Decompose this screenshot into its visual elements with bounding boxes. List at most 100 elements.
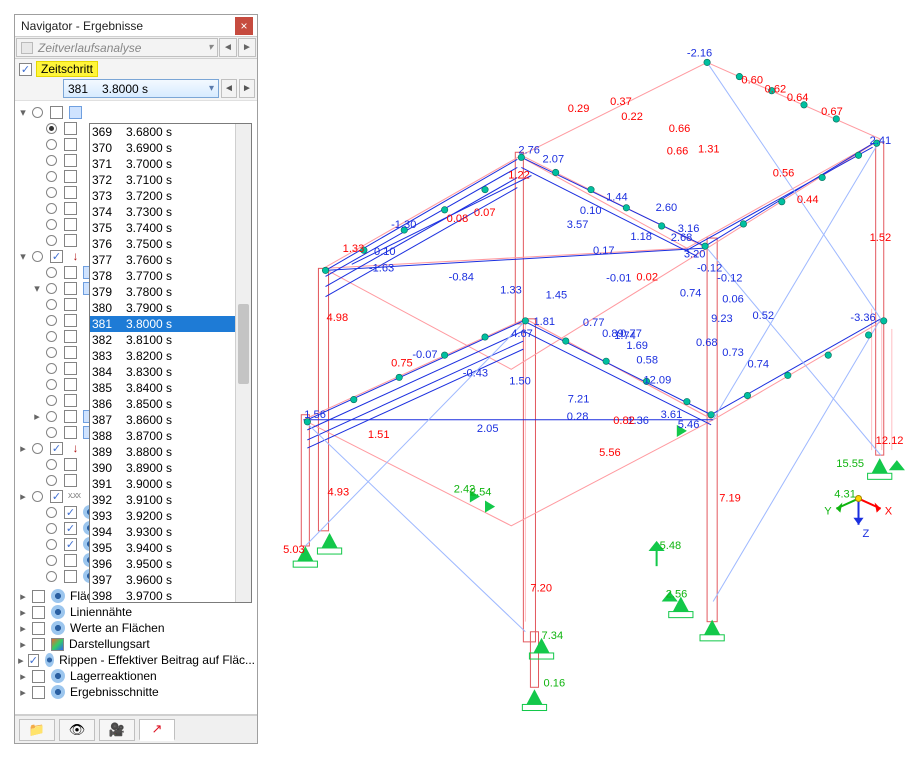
dropdown-item[interactable]: 3693.6800 s (90, 124, 235, 140)
value-label: 5.46 (678, 419, 700, 431)
dropdown-item[interactable]: 3903.8900 s (90, 460, 235, 476)
dropdown-item[interactable]: 3973.9600 s (90, 572, 235, 588)
chevron-down-icon: ▾ (208, 42, 213, 53)
analysis-prev-button[interactable]: ◄ (219, 38, 237, 57)
value-label: 1.31 (698, 143, 720, 155)
value-label: 0.07 (474, 207, 496, 219)
value-label: 0.74 (680, 288, 702, 300)
dropdown-item[interactable]: 3883.8700 s (90, 428, 235, 444)
analysis-label: Zeitverlaufsanalyse (38, 41, 141, 55)
navigator-title-bar[interactable]: Navigator - Ergebnisse × (15, 15, 257, 37)
dropdown-scrollbar[interactable] (235, 124, 251, 602)
value-label: 0.77 (620, 328, 642, 340)
value-label: 1.52 (870, 232, 892, 244)
tree-row[interactable]: ▸Werte an Flächen (17, 620, 255, 636)
dropdown-item[interactable]: 3923.9100 s (90, 492, 235, 508)
analysis-next-button[interactable]: ► (238, 38, 256, 57)
dropdown-item[interactable]: 3793.7800 s (90, 284, 235, 300)
axis-x-label: X (885, 506, 893, 518)
model-viewport[interactable]: X Y Z -2.162.412.762.073.16-1.30-3.361.8… (262, 16, 920, 763)
tree-row[interactable]: ▾ (17, 104, 255, 120)
current-time: 3.8000 s (102, 82, 148, 96)
dropdown-item[interactable]: 3823.8100 s (90, 332, 235, 348)
axis-y-label: Y (824, 506, 832, 518)
value-label: 2.54 (470, 486, 492, 498)
value-label: 0.29 (568, 103, 590, 115)
value-label: 0.56 (773, 168, 795, 180)
dropdown-item[interactable]: 3953.9400 s (90, 540, 235, 556)
dropdown-item[interactable]: 3713.7000 s (90, 156, 235, 172)
value-label: 7.21 (568, 394, 590, 406)
dropdown-item[interactable]: 3863.8500 s (90, 396, 235, 412)
value-label: -0.07 (412, 349, 437, 361)
tree-row[interactable]: ▸Lagerreaktionen (17, 668, 255, 684)
dropdown-item[interactable]: 3733.7200 s (90, 188, 235, 204)
scrollbar-thumb[interactable] (238, 304, 249, 384)
value-label: 0.75 (391, 357, 413, 369)
value-label: -0.84 (449, 271, 474, 283)
value-label: -0.43 (463, 367, 488, 379)
value-label: 0.74 (747, 358, 769, 370)
dropdown-item[interactable]: 3983.9700 s (90, 588, 235, 602)
dropdown-item[interactable]: 3853.8400 s (90, 380, 235, 396)
dropdown-item[interactable]: 3763.7500 s (90, 236, 235, 252)
value-label: 0.10 (374, 246, 396, 258)
timestep-prev-button[interactable]: ◄ (221, 79, 237, 98)
dropdown-item[interactable]: 3893.8800 s (90, 444, 235, 460)
value-label: 0.66 (667, 145, 689, 157)
value-label: 4.93 (328, 486, 350, 498)
tab-results[interactable]: ↗ (139, 719, 175, 741)
timestep-dropdown[interactable]: 3693.6800 s3703.6900 s3713.7000 s3723.71… (89, 123, 252, 603)
close-icon[interactable]: × (235, 17, 253, 35)
dropdown-item[interactable]: 3743.7300 s (90, 204, 235, 220)
tree-row[interactable]: ▸Liniennähte (17, 604, 255, 620)
value-label: 1.22 (508, 170, 530, 182)
value-label: 1.51 (368, 429, 390, 441)
dropdown-item[interactable]: 3963.9500 s (90, 556, 235, 572)
tree-row[interactable]: ▸Darstellungsart (17, 636, 255, 652)
value-label: -2.16 (687, 47, 712, 59)
value-label: 2.56 (666, 588, 688, 600)
timestep-next-button[interactable]: ► (239, 79, 255, 98)
dropdown-item[interactable]: 3813.8000 s (90, 316, 235, 332)
value-label: 1.50 (509, 375, 531, 387)
value-label: 0.22 (621, 111, 643, 123)
value-label: -3.36 (850, 312, 875, 324)
dropdown-item[interactable]: 3833.8200 s (90, 348, 235, 364)
value-label: 4.31 (834, 489, 856, 501)
value-label: 1.33 (343, 243, 365, 255)
dropdown-item[interactable]: 3723.7100 s (90, 172, 235, 188)
value-label: 0.60 (741, 75, 763, 87)
dropdown-item[interactable]: 3873.8600 s (90, 412, 235, 428)
value-label: 7.34 (542, 630, 564, 642)
value-label: 1.45 (546, 290, 568, 302)
tab-eye[interactable]: 👁 (59, 719, 95, 741)
dropdown-item[interactable]: 3703.6900 s (90, 140, 235, 156)
value-label: 5.48 (660, 540, 682, 552)
value-label: 0.08 (447, 213, 469, 225)
dropdown-item[interactable]: 3913.9000 s (90, 476, 235, 492)
value-label: 0.52 (753, 310, 775, 322)
value-label: 2.68 (671, 232, 693, 244)
value-label: 0.58 (636, 354, 658, 366)
analysis-select[interactable]: Zeitverlaufsanalyse ▾ (16, 38, 218, 57)
dropdown-item[interactable]: 3783.7700 s (90, 268, 235, 284)
dropdown-item[interactable]: 3933.9200 s (90, 508, 235, 524)
tree-row[interactable]: ▸Ergebnisschnitte (17, 684, 255, 700)
tab-camera[interactable]: 🎥 (99, 719, 135, 741)
dropdown-item[interactable]: 3773.7600 s (90, 252, 235, 268)
zeitschritt-checkbox[interactable]: ✓ (19, 63, 32, 76)
tree-row[interactable]: ▸✓Rippen - Effektiver Beitrag auf Fläc..… (17, 652, 255, 668)
tab-project[interactable]: 📁 (19, 719, 55, 741)
dropdown-item[interactable]: 3943.9300 s (90, 524, 235, 540)
value-label: 0.64 (787, 92, 809, 104)
dropdown-item[interactable]: 3753.7400 s (90, 220, 235, 236)
value-label: 0.66 (669, 123, 691, 135)
timestep-select[interactable]: 381 3.8000 s ▾ (63, 79, 219, 98)
value-label: 2.41 (870, 135, 892, 147)
value-label: 9.23 (711, 313, 733, 325)
zeitschritt-row: ✓ Zeitschritt (15, 59, 257, 79)
dropdown-item[interactable]: 3843.8300 s (90, 364, 235, 380)
value-label: -1.30 (391, 219, 416, 231)
dropdown-item[interactable]: 3803.7900 s (90, 300, 235, 316)
